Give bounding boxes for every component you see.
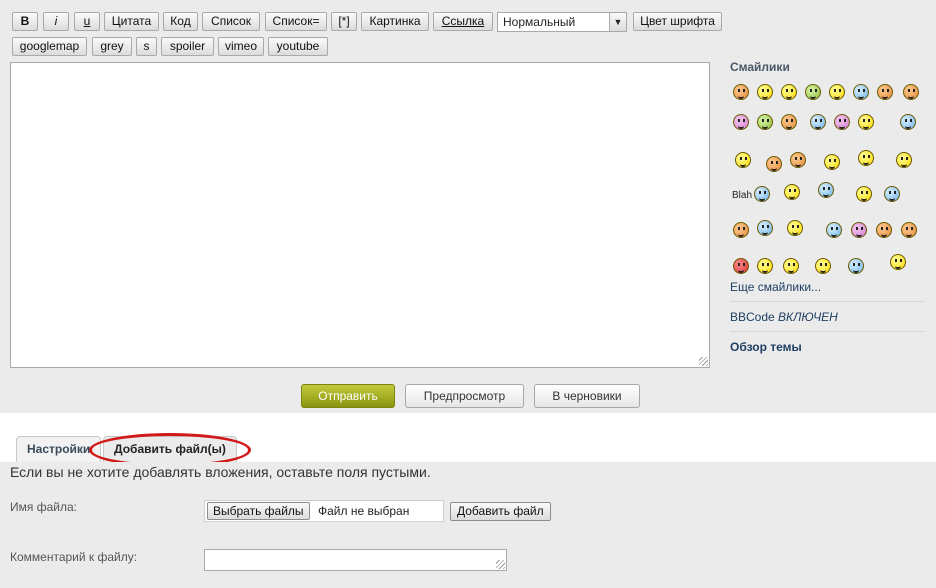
smiley-icon[interactable] [858, 114, 874, 130]
smiley-icon[interactable] [851, 222, 867, 238]
smiley-icon[interactable] [757, 114, 773, 130]
smiley-icon[interactable] [876, 222, 892, 238]
blah-smiley-icon[interactable] [754, 186, 770, 202]
smiley-icon[interactable] [733, 258, 749, 274]
smiley-icon[interactable] [826, 222, 842, 238]
smiley-icon[interactable] [781, 114, 797, 130]
resize-grip-icon[interactable] [496, 560, 505, 569]
smiley-icon[interactable] [733, 222, 749, 238]
blah-label: Blah [732, 190, 753, 201]
font-size-select[interactable]: Нормальный ▼ [497, 12, 627, 32]
image-button[interactable]: Картинка [361, 12, 429, 31]
grey-button[interactable]: grey [92, 37, 132, 56]
attachments-panel: Если вы не хотите добавлять вложения, ос… [0, 462, 936, 588]
smiley-icon[interactable] [757, 84, 773, 100]
youtube-button[interactable]: youtube [268, 37, 328, 56]
googlemap-button[interactable]: googlemap [12, 37, 87, 56]
preview-button[interactable]: Предпросмотр [405, 384, 524, 408]
spoiler-button[interactable]: spoiler [161, 37, 214, 56]
smiley-icon[interactable] [818, 182, 834, 198]
smiley-icon[interactable] [735, 152, 751, 168]
vimeo-button[interactable]: vimeo [218, 37, 264, 56]
smiley-icon[interactable] [783, 258, 799, 274]
graduate-smiley-icon[interactable] [824, 154, 840, 170]
topic-review-link[interactable]: Обзор темы [730, 340, 802, 354]
sign-smiley-icon[interactable] [784, 184, 800, 200]
smiley-icon[interactable] [901, 222, 917, 238]
comment-label: Комментарий к файлу: [10, 550, 138, 564]
smiley-icon[interactable] [884, 186, 900, 202]
smiley-icon[interactable] [829, 84, 845, 100]
smiley-icon[interactable] [757, 220, 773, 236]
clapping-smiley-icon[interactable] [890, 254, 906, 270]
choose-files-button[interactable]: Выбрать файлы [207, 502, 310, 520]
link-button[interactable]: Ссылка [433, 12, 493, 31]
smiley-icon[interactable] [858, 150, 874, 166]
smiley-icon[interactable] [896, 152, 912, 168]
bbcode-status: BBCode ВКЛЮЧЕН [730, 310, 925, 324]
smiley-icon[interactable] [810, 114, 826, 130]
code-button[interactable]: Код [163, 12, 198, 31]
quote-button[interactable]: Цитата [104, 12, 159, 31]
smiley-icon[interactable] [733, 114, 749, 130]
chevron-down-icon: ▼ [609, 13, 626, 31]
tabs-bar: Настройки Добавить файл(ы) [0, 413, 936, 467]
italic-button[interactable]: i [43, 12, 69, 31]
file-input[interactable]: Выбрать файлы Файл не выбран [204, 500, 444, 522]
smilies-title: Смайлики [730, 60, 790, 74]
smiley-icon[interactable] [787, 220, 803, 236]
smilies-sidebar: Смайлики Blah Еще смайлики... BBCode ВКЛ… [730, 60, 925, 354]
strike-button[interactable]: s [136, 37, 157, 56]
smiley-icon[interactable] [781, 84, 797, 100]
add-file-button[interactable]: Добавить файл [450, 502, 551, 521]
filename-label: Имя файла: [10, 500, 77, 514]
thumbs-up-smiley-icon[interactable] [900, 114, 916, 130]
smilies-row: Blah [730, 178, 925, 212]
smiley-icon[interactable] [805, 84, 821, 100]
underline-button[interactable]: u [74, 12, 100, 31]
list-button[interactable]: Список [202, 12, 260, 31]
smilies-row [730, 248, 925, 280]
cool-smiley-icon[interactable] [853, 84, 869, 100]
save-draft-button[interactable]: В черновики [534, 384, 640, 408]
divider [730, 331, 925, 332]
smiley-icon[interactable] [856, 186, 872, 202]
smiley-icon[interactable] [790, 152, 806, 168]
attachments-note: Если вы не хотите добавлять вложения, ос… [10, 464, 431, 480]
no-file-text: Файл не выбран [318, 504, 410, 518]
list-item-button[interactable]: [*] [331, 12, 357, 31]
more-smilies-link[interactable]: Еще смайлики... [730, 280, 925, 294]
smiley-icon[interactable] [815, 258, 831, 274]
bold-button[interactable]: B [12, 12, 38, 31]
bbcode-label: BBCode [730, 310, 775, 324]
sleeping-smiley-icon[interactable] [848, 258, 864, 274]
smilies-row [730, 78, 925, 110]
smilies-row [730, 142, 925, 178]
font-size-value: Нормальный [503, 15, 576, 29]
smiley-icon[interactable] [733, 84, 749, 100]
smiley-icon[interactable] [757, 258, 773, 274]
smiley-icon[interactable] [903, 84, 919, 100]
smiley-icon[interactable] [834, 114, 850, 130]
message-textarea[interactable] [10, 62, 710, 368]
bbcode-state: ВКЛЮЧЕН [778, 310, 838, 324]
divider [730, 301, 925, 302]
file-comment-input[interactable] [204, 549, 507, 571]
resize-grip-icon[interactable] [699, 357, 708, 366]
smiley-icon[interactable] [877, 84, 893, 100]
submit-button[interactable]: Отправить [301, 384, 395, 408]
ordered-list-button[interactable]: Список= [265, 12, 327, 31]
options-section: Настройки Добавить файл(ы) Если вы не хо… [0, 413, 936, 588]
smilies-row [730, 212, 925, 248]
font-color-button[interactable]: Цвет шрифта [633, 12, 722, 31]
smiley-icon[interactable] [766, 156, 782, 172]
smilies-row [730, 110, 925, 142]
editor-area: B i u Цитата Код Список Список= [*] Карт… [0, 0, 936, 413]
